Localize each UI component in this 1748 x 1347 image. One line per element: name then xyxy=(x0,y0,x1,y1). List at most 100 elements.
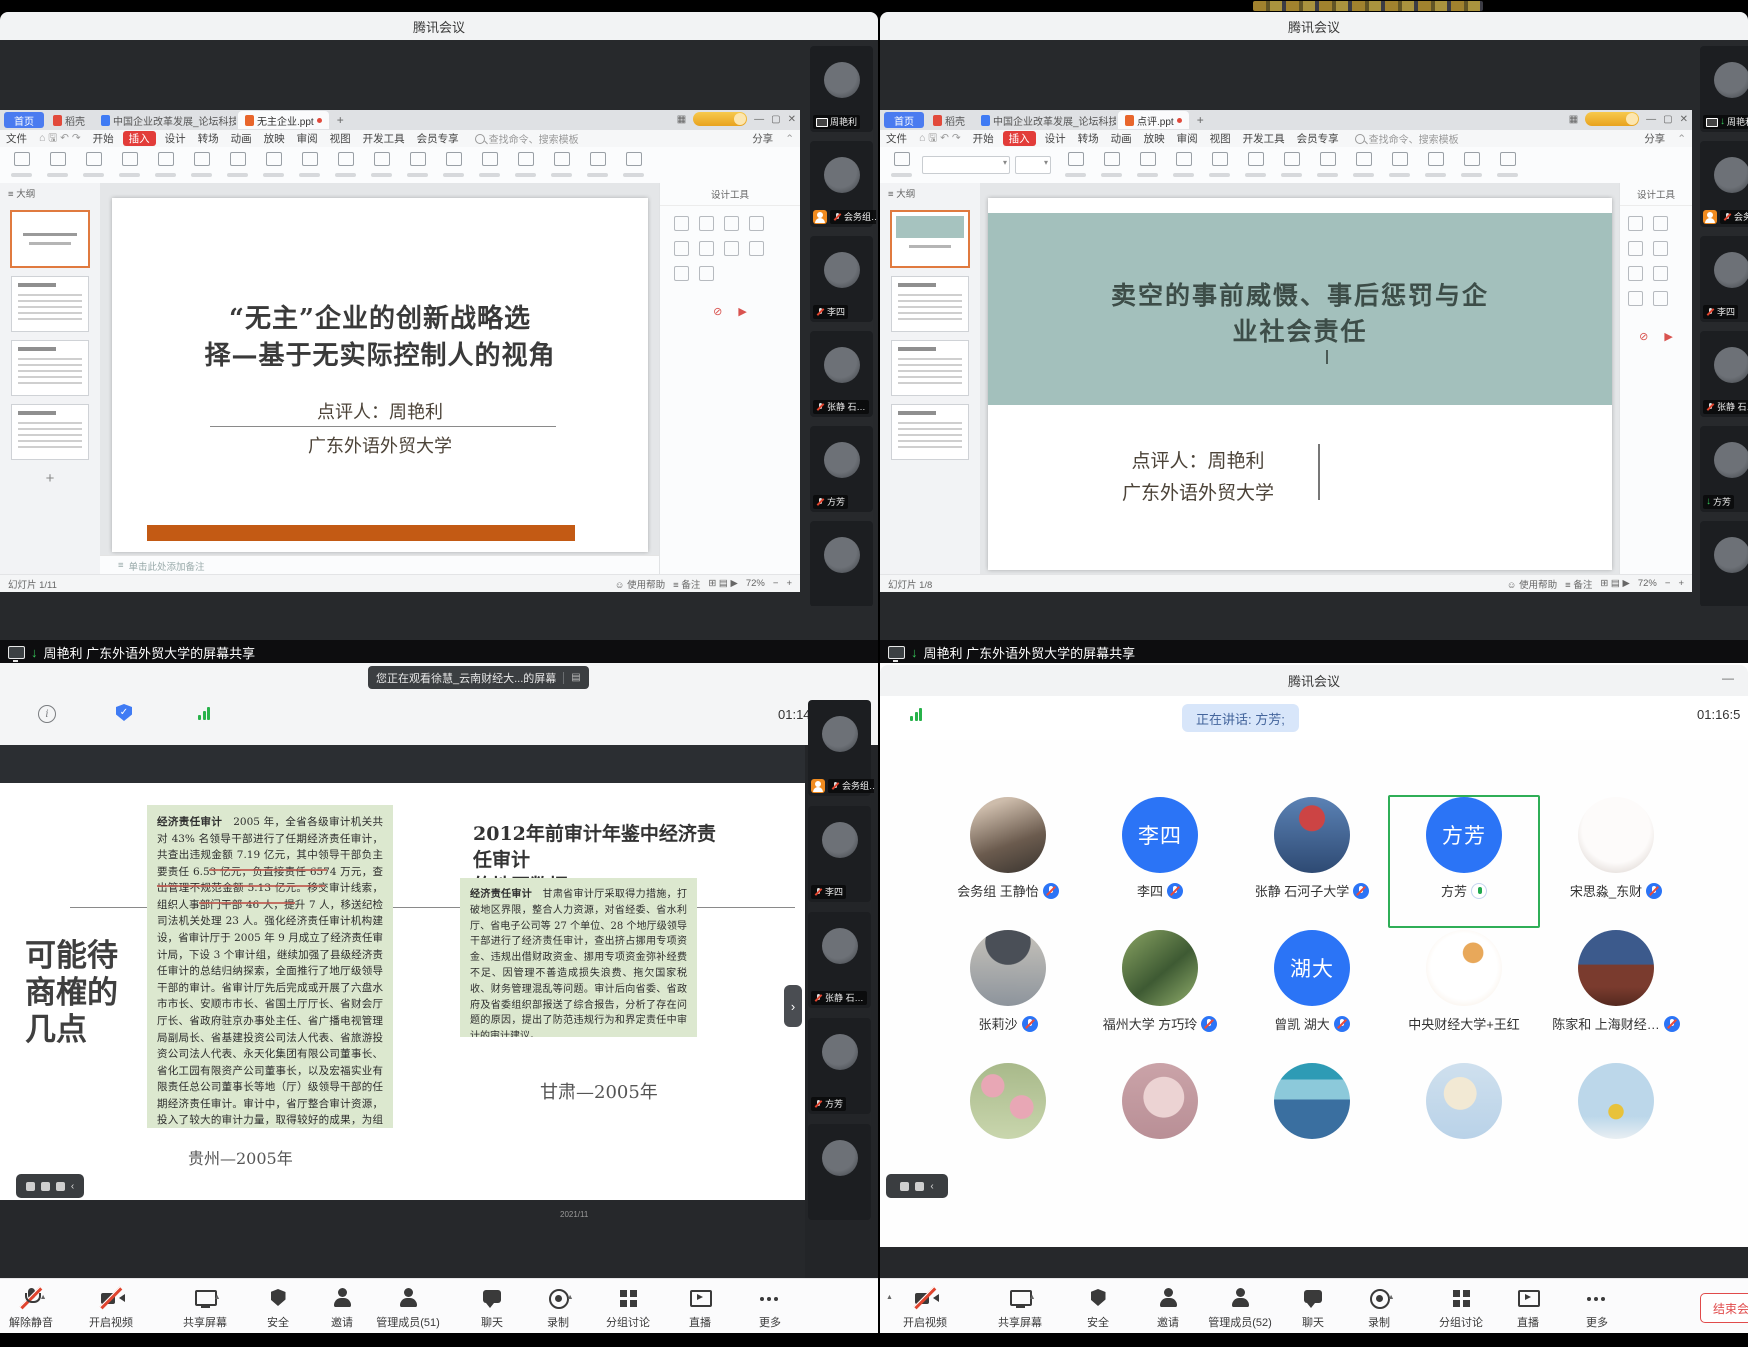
panel-tool[interactable] xyxy=(1653,216,1668,231)
wps-tab-docer[interactable]: 稻壳 xyxy=(926,111,972,129)
notes-toggle[interactable]: ≡ 备注 xyxy=(673,577,700,591)
menu-item[interactable]: 会员专享 xyxy=(411,131,465,146)
ribbon-tool[interactable] xyxy=(1420,150,1451,180)
slide-thumbnail-3[interactable] xyxy=(11,340,89,396)
ribbon-tool[interactable] xyxy=(438,150,469,180)
close-icon[interactable]: ✕ xyxy=(788,114,796,125)
slide-thumbnail-1[interactable] xyxy=(890,210,970,268)
collapse-icon[interactable]: ‹ xyxy=(71,1181,74,1192)
chat-button[interactable]: 聊天 xyxy=(457,1286,527,1330)
video-tile[interactable]: ↓周艳利 xyxy=(810,46,873,132)
help-label[interactable]: ☺ 使用帮助 xyxy=(1507,577,1557,591)
annotation-toolbar[interactable]: ‹ xyxy=(16,1174,84,1198)
menu-item-active[interactable]: 插入 xyxy=(123,131,156,146)
ribbon-tool[interactable] xyxy=(1060,150,1091,180)
ribbon-tool[interactable] xyxy=(582,150,613,180)
ribbon-tool[interactable] xyxy=(78,150,109,180)
participant-tile[interactable]: 张莉沙 xyxy=(932,928,1084,1061)
ribbon-tool[interactable] xyxy=(1168,150,1199,180)
participant-tile[interactable]: 陈家和 上海财经… xyxy=(1540,928,1692,1061)
new-tab-button[interactable]: + xyxy=(1191,113,1210,127)
participant-tile[interactable] xyxy=(932,1061,1084,1194)
restore-icon[interactable]: ▢ xyxy=(1663,114,1672,125)
participant-tile[interactable] xyxy=(1540,1061,1692,1194)
zoom-in-icon[interactable]: + xyxy=(1678,578,1684,589)
wps-home-button[interactable]: 首页 xyxy=(4,112,44,128)
slide-thumbnail-1[interactable] xyxy=(10,210,90,268)
meeting-info-icon[interactable]: i xyxy=(38,705,56,723)
copy-icon[interactable] xyxy=(56,1182,65,1191)
menu-item[interactable]: 开发工具 xyxy=(1237,131,1291,146)
video-tile[interactable] xyxy=(810,521,873,606)
menu-item[interactable]: 设计 xyxy=(1039,131,1072,146)
ribbon-tool[interactable] xyxy=(618,150,649,180)
menu-item[interactable]: 审阅 xyxy=(1171,131,1204,146)
panel-tool[interactable] xyxy=(699,216,714,231)
menu-item[interactable]: 开发工具 xyxy=(357,131,411,146)
participant-tile[interactable]: 宋思淼_东财 xyxy=(1540,795,1692,928)
menu-file[interactable]: 文件 xyxy=(0,131,33,146)
record-button[interactable]: ▲录制 xyxy=(1344,1286,1414,1330)
panel-tool[interactable] xyxy=(1628,216,1643,231)
manage-members-button[interactable]: 管理成员(52) xyxy=(1205,1286,1275,1330)
quick-icons[interactable]: ⌂ 🖫 ↶ ↷ xyxy=(33,130,87,148)
slide-thumbnail-4[interactable] xyxy=(11,404,89,460)
slide-thumbnail-2[interactable] xyxy=(891,276,969,332)
menu-item[interactable]: 动画 xyxy=(1105,131,1138,146)
record-red-icon[interactable]: ⊘ xyxy=(1639,330,1648,343)
ribbon-tool[interactable] xyxy=(114,150,145,180)
ribbon-tool[interactable] xyxy=(1348,150,1379,180)
new-slide-button[interactable]: + xyxy=(0,470,100,487)
security-shield-icon[interactable]: ✓ xyxy=(116,704,132,721)
video-tile[interactable]: 张静 石… xyxy=(808,912,871,1008)
wps-tab-document[interactable]: 中国企业改革发展_论坛科技 xyxy=(974,111,1116,129)
breakout-button[interactable]: 分组讨论 xyxy=(1426,1286,1496,1330)
wps-tab-active[interactable]: 无主企业.ppt xyxy=(238,111,329,129)
zoom-in-icon[interactable]: + xyxy=(786,578,792,589)
wps-tab-docer[interactable]: 稻壳 xyxy=(46,111,92,129)
slide-thumbnail-4[interactable] xyxy=(891,404,969,460)
record-button[interactable]: ▲录制 xyxy=(523,1286,593,1330)
panel-tool[interactable] xyxy=(749,241,764,256)
outline-tab[interactable]: ≡ 大纲 xyxy=(0,183,100,202)
ribbon-tool[interactable] xyxy=(6,150,37,180)
participant-tile[interactable]: 会务组 王静怡 xyxy=(932,795,1084,928)
participant-tile[interactable]: 中央财经大学+王红 xyxy=(1388,928,1540,1061)
ribbon-tool[interactable] xyxy=(474,150,505,180)
share-screen-button[interactable]: ▲共享屏幕 xyxy=(170,1286,240,1330)
panel-tool[interactable] xyxy=(1653,241,1668,256)
layout-icon[interactable]: ▤ xyxy=(571,672,580,683)
new-tab-button[interactable]: + xyxy=(331,113,350,127)
wps-tab-active[interactable]: 点评.ppt xyxy=(1118,111,1189,129)
close-icon[interactable]: ✕ xyxy=(1680,114,1688,125)
grid-icon[interactable] xyxy=(26,1182,35,1191)
menu-item-active[interactable]: 插入 xyxy=(1003,131,1036,146)
panel-tool[interactable] xyxy=(1628,291,1643,306)
video-tile[interactable]: 李四 xyxy=(1700,236,1748,322)
ribbon-tool[interactable] xyxy=(150,150,181,180)
unmute-button[interactable]: ▲解除静音 xyxy=(0,1286,66,1330)
panel-tool[interactable] xyxy=(699,266,714,281)
participant-tile[interactable]: 湖大曾凯 湖大 xyxy=(1236,928,1388,1061)
ribbon-tool[interactable] xyxy=(1276,150,1307,180)
breakout-button[interactable]: 分组讨论 xyxy=(593,1286,663,1330)
quick-icons[interactable]: ⌂ 🖫 ↶ ↷ xyxy=(913,130,967,148)
ribbon-tool[interactable] xyxy=(1492,150,1523,180)
start-video-button[interactable]: ▲开启视频 xyxy=(76,1286,146,1330)
help-label[interactable]: ☺ 使用帮助 xyxy=(615,577,665,591)
video-tile[interactable]: 会务组… xyxy=(810,141,873,227)
notes-bar[interactable]: ≡ 单击此处添加备注 xyxy=(100,555,678,575)
video-tile[interactable]: 张静 石… xyxy=(1700,331,1748,417)
invite-button[interactable]: 邀请 xyxy=(307,1286,377,1330)
video-tile[interactable]: 会务组… xyxy=(808,700,871,796)
menu-item[interactable]: 设计 xyxy=(159,131,192,146)
annotation-toolbar[interactable]: ‹ xyxy=(886,1174,948,1198)
command-search[interactable]: 查找命令、搜索模板 xyxy=(1355,131,1459,146)
video-tile[interactable]: 张静 石… xyxy=(810,331,873,417)
end-meeting-button[interactable]: 结束会 xyxy=(1700,1293,1748,1323)
ribbon-tool[interactable] xyxy=(1312,150,1343,180)
grid-icon[interactable] xyxy=(900,1182,909,1191)
live-button[interactable]: 直播 xyxy=(1493,1286,1563,1330)
menu-item[interactable]: 视图 xyxy=(1204,131,1237,146)
video-tile[interactable]: 方芳 xyxy=(810,426,873,512)
